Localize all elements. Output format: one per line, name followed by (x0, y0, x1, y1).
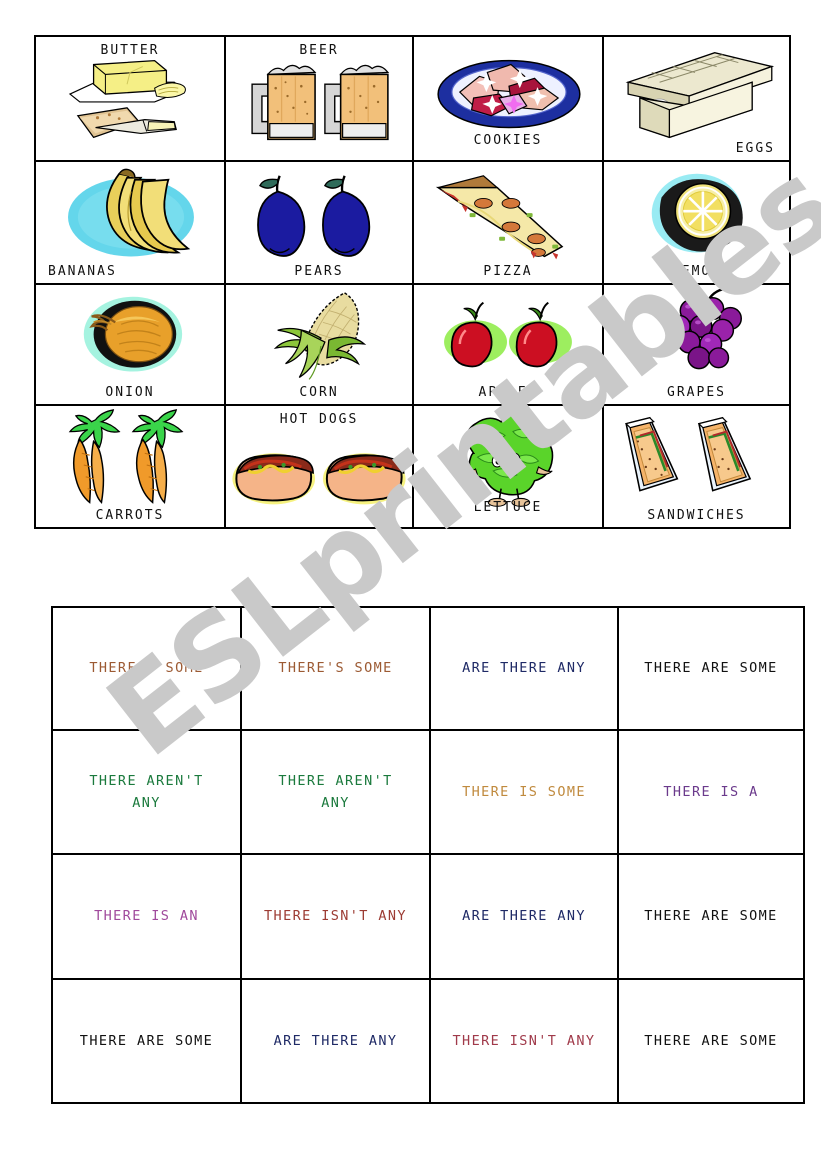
sentence-card[interactable]: THERE'S SOME (53, 608, 242, 731)
picture-card-carrots[interactable]: CARROTS (36, 406, 226, 527)
picture-card-sandwiches[interactable]: SANDWICHES (604, 406, 789, 527)
sentence-card[interactable]: THERE AREN'T ANY (242, 731, 431, 855)
picture-card-label: HOT DOGS (279, 412, 359, 427)
picture-card-butter[interactable]: BUTTER (36, 37, 226, 162)
picture-card-label: LETTUCE (473, 500, 543, 515)
sentence-card[interactable]: THERE IS AN (53, 855, 242, 980)
sentence-card[interactable]: THERE ISN'T ANY (242, 855, 431, 980)
picture-card-cookies[interactable]: COOKIES (414, 37, 604, 162)
sentence-text: THERE ISN'T ANY (452, 1032, 596, 1049)
picture-card-label: BANANAS (48, 264, 117, 279)
picture-card-lemon[interactable]: LEMON (604, 162, 789, 285)
picture-card-grid: BUTTER BEER COOKIES EGGS BANANAS PEARS P… (34, 35, 791, 529)
picture-card-onion[interactable]: ONION (36, 285, 226, 406)
sentence-card[interactable]: ARE THERE ANY (242, 980, 431, 1102)
picture-card-label: LEMON (671, 264, 722, 279)
sentence-text: ARE THERE ANY (462, 908, 586, 925)
picture-card-label: BEER (299, 43, 339, 58)
picture-card-beer[interactable]: BEER (226, 37, 414, 162)
picture-card-pears[interactable]: PEARS (226, 162, 414, 285)
sentence-card[interactable]: THERE'S SOME (242, 608, 431, 731)
picture-card-eggs[interactable]: EGGS (604, 37, 789, 162)
picture-card-label: ONION (105, 385, 155, 400)
picture-card-label: BUTTER (100, 43, 160, 58)
picture-card-label: EGGS (735, 141, 775, 156)
picture-card-label: APPLES (478, 385, 538, 400)
picture-card-hot-dogs[interactable]: HOT DOGS (226, 406, 414, 527)
sentence-card[interactable]: THERE ARE SOME (619, 855, 803, 980)
sentence-text: ARE THERE ANY (273, 1032, 398, 1049)
sentence-text: THERE ISN'T ANY (264, 908, 407, 925)
picture-card-lettuce[interactable]: LETTUCE (414, 406, 604, 527)
sentence-text: THERE ARE SOME (644, 660, 778, 677)
picture-card-label: GRAPES (667, 385, 726, 400)
sentence-card[interactable]: THERE ARE SOME (619, 608, 803, 731)
sentence-card[interactable]: THERE ARE SOME (53, 980, 242, 1102)
picture-card-label: PIZZA (483, 264, 533, 279)
sentence-text: ARE THERE ANY (462, 660, 586, 677)
sentence-text: THERE AREN'T ANY (278, 772, 393, 811)
picture-card-label: CORN (299, 385, 339, 400)
picture-card-label: PEARS (294, 264, 344, 279)
sentence-text: THERE ARE SOME (644, 908, 778, 925)
sentence-text: THERE IS A (663, 783, 759, 800)
sentence-card-grid: THERE'S SOME THERE'S SOME ARE THERE ANY … (51, 606, 805, 1104)
picture-card-bananas[interactable]: BANANAS (36, 162, 226, 285)
sentence-text: THERE IS SOME (462, 783, 586, 800)
sentence-card[interactable]: THERE ARE SOME (619, 980, 803, 1102)
picture-card-label: COOKIES (473, 133, 543, 148)
sentence-card[interactable]: THERE AREN'T ANY (53, 731, 242, 855)
sentence-card[interactable]: THERE ISN'T ANY (431, 980, 619, 1102)
sentence-text: THERE'S SOME (278, 660, 393, 677)
sentence-text: THERE AREN'T ANY (89, 772, 204, 811)
sentence-text: THERE ARE SOME (644, 1032, 778, 1049)
sentence-card[interactable]: THERE IS A (619, 731, 803, 855)
picture-card-apples[interactable]: APPLES (414, 285, 604, 406)
sentence-text: THERE'S SOME (89, 660, 204, 677)
picture-card-corn[interactable]: CORN (226, 285, 414, 406)
sentence-text: THERE ARE SOME (79, 1032, 214, 1049)
picture-card-pizza[interactable]: PIZZA (414, 162, 604, 285)
sentence-card[interactable]: ARE THERE ANY (431, 608, 619, 731)
picture-card-label: SANDWICHES (647, 508, 746, 523)
sentence-card[interactable]: THERE IS SOME (431, 731, 619, 855)
picture-card-label: CARROTS (95, 508, 165, 523)
sentence-card[interactable]: ARE THERE ANY (431, 855, 619, 980)
sentence-text: THERE IS AN (94, 908, 199, 925)
picture-card-grapes[interactable]: GRAPES (604, 285, 789, 406)
